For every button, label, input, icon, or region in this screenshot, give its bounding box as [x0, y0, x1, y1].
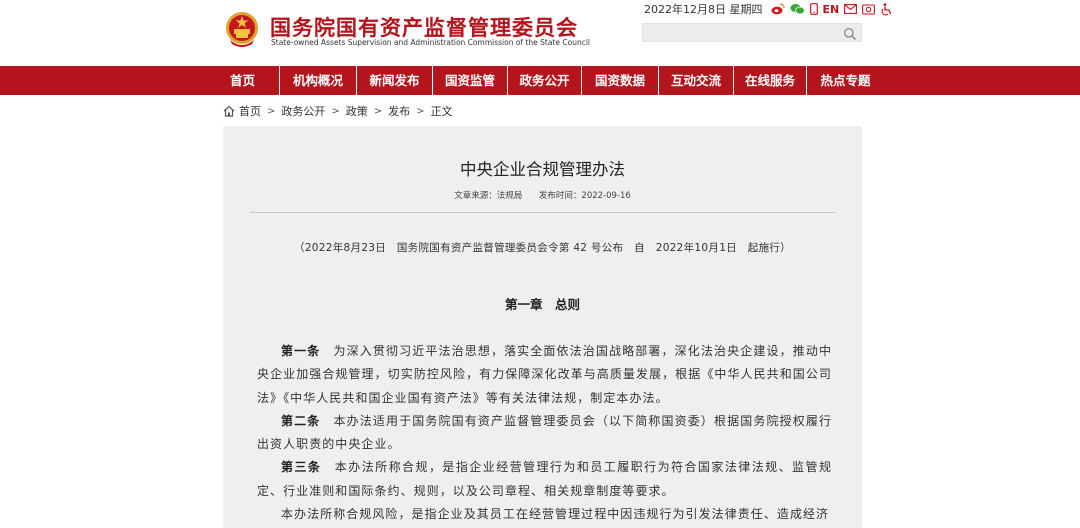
- nav-item-gov-affairs[interactable]: 政务公开: [507, 66, 581, 95]
- article-clause-number: 第一条: [281, 344, 321, 358]
- site-header: 国务院国有资产监督管理委员会 State-owned Assets Superv…: [0, 0, 1080, 66]
- breadcrumb-current: 正文: [430, 105, 453, 118]
- article-paragraph: 第一条 为深入贯彻习近平法治思想，落实全面依法治国战略部署，深化法治央企建设，推…: [257, 340, 832, 410]
- breadcrumb-home[interactable]: 首页: [239, 103, 261, 119]
- search-icon[interactable]: [843, 26, 857, 41]
- breadcrumb-separator: >: [331, 105, 340, 117]
- article-publish-time: 发布时间：2022-09-16: [538, 191, 631, 201]
- nav-item-supervision[interactable]: 国资监管: [432, 66, 507, 95]
- site-subtitle: State-owned Assets Supervision and Admin…: [271, 38, 591, 47]
- nav-item-interaction[interactable]: 互动交流: [658, 66, 733, 95]
- wechat-icon[interactable]: [790, 3, 805, 16]
- mail-icon[interactable]: [844, 3, 858, 16]
- nav-item-data[interactable]: 国资数据: [581, 66, 658, 95]
- nav-item-online-service[interactable]: 在线服务: [733, 66, 806, 95]
- article-paragraph: 本办法所称合规风险，是指企业及其员工在经营管理过程中因违规行为引发法律责任、造成…: [257, 503, 832, 526]
- emblem-icon[interactable]: [224, 10, 260, 48]
- nav-item-topics[interactable]: 热点专题: [806, 66, 884, 95]
- accessibility-icon[interactable]: [880, 2, 892, 16]
- article-body: 第一条 为深入贯彻习近平法治思想，落实全面依法治国战略部署，深化法治央企建设，推…: [257, 340, 832, 526]
- main-nav: 首页 机构概况 新闻发布 国资监管 政务公开 国资数据 互动交流 在线服务 热点…: [0, 66, 1080, 95]
- article-panel: 中央企业合规管理办法 文章来源：法规局 发布时间：2022-09-16 （202…: [223, 126, 862, 528]
- weibo-icon[interactable]: [771, 3, 785, 16]
- article-clause-text: 本办法所称合规，是指企业经营管理行为和员工履职行为符合国家法律法规、监管规定、行…: [257, 460, 833, 498]
- english-link[interactable]: EN: [823, 3, 840, 16]
- article-clause-number: 第二条: [281, 413, 321, 428]
- top-toolbar: 2022年12月8日 星期四 EN: [644, 2, 892, 16]
- home-icon: [223, 105, 235, 117]
- article-paragraph: 第二条 本办法适用于国务院国有资产监督管理委员会（以下简称国资委）根据国务院授权…: [257, 410, 832, 457]
- search-box[interactable]: [642, 23, 862, 42]
- chapter-heading: 第一章 总则: [504, 297, 580, 312]
- breadcrumb-release[interactable]: 发布: [388, 103, 410, 119]
- search-input[interactable]: [647, 25, 837, 40]
- breadcrumb-separator: >: [267, 105, 276, 117]
- article-clause-number: 第三条: [281, 460, 322, 475]
- breadcrumb-separator: >: [373, 105, 383, 117]
- nav-item-news[interactable]: 新闻发布: [356, 66, 432, 95]
- breadcrumb: 首页 > 政务公开 > 政策 > 发布 > 正文: [223, 103, 453, 119]
- breadcrumb-separator: >: [416, 105, 425, 117]
- breadcrumb-policy[interactable]: 政策: [346, 103, 368, 119]
- article-paragraph: 第三条 本办法所称合规，是指企业经营管理行为和员工履职行为符合国家法律法规、监管…: [257, 456, 832, 503]
- article-source: 文章来源：法规局: [454, 191, 523, 201]
- article-meta: 文章来源：法规局 发布时间：2022-09-16: [223, 189, 862, 201]
- share-icon[interactable]: [862, 3, 876, 16]
- article-clause-text: 本办法所称合规风险，是指企业及其员工在经营管理过程中因违规行为引发法律责任、造成…: [281, 507, 830, 522]
- nav-item-home[interactable]: 首页: [206, 66, 279, 95]
- article-issuance-note: （2022年8月23日 国务院国有资产监督管理委员会令第 42 号公布 自 20…: [294, 242, 791, 254]
- current-date: 2022年12月8日 星期四: [644, 3, 763, 16]
- article-title: 中央企业合规管理办法: [460, 160, 625, 179]
- breadcrumb-gov-affairs[interactable]: 政务公开: [281, 103, 325, 119]
- article-divider: [250, 212, 836, 213]
- mobile-icon[interactable]: [809, 3, 818, 16]
- article-clause-text: 为深入贯彻习近平法治思想，落实全面依法治国战略部署，深化法治央企建设，推动中央企…: [257, 344, 833, 405]
- nav-item-about[interactable]: 机构概况: [279, 66, 356, 95]
- article-clause-text: 本办法适用于国务院国有资产监督管理委员会（以下简称国资委）根据国务院授权履行出资…: [257, 413, 833, 452]
